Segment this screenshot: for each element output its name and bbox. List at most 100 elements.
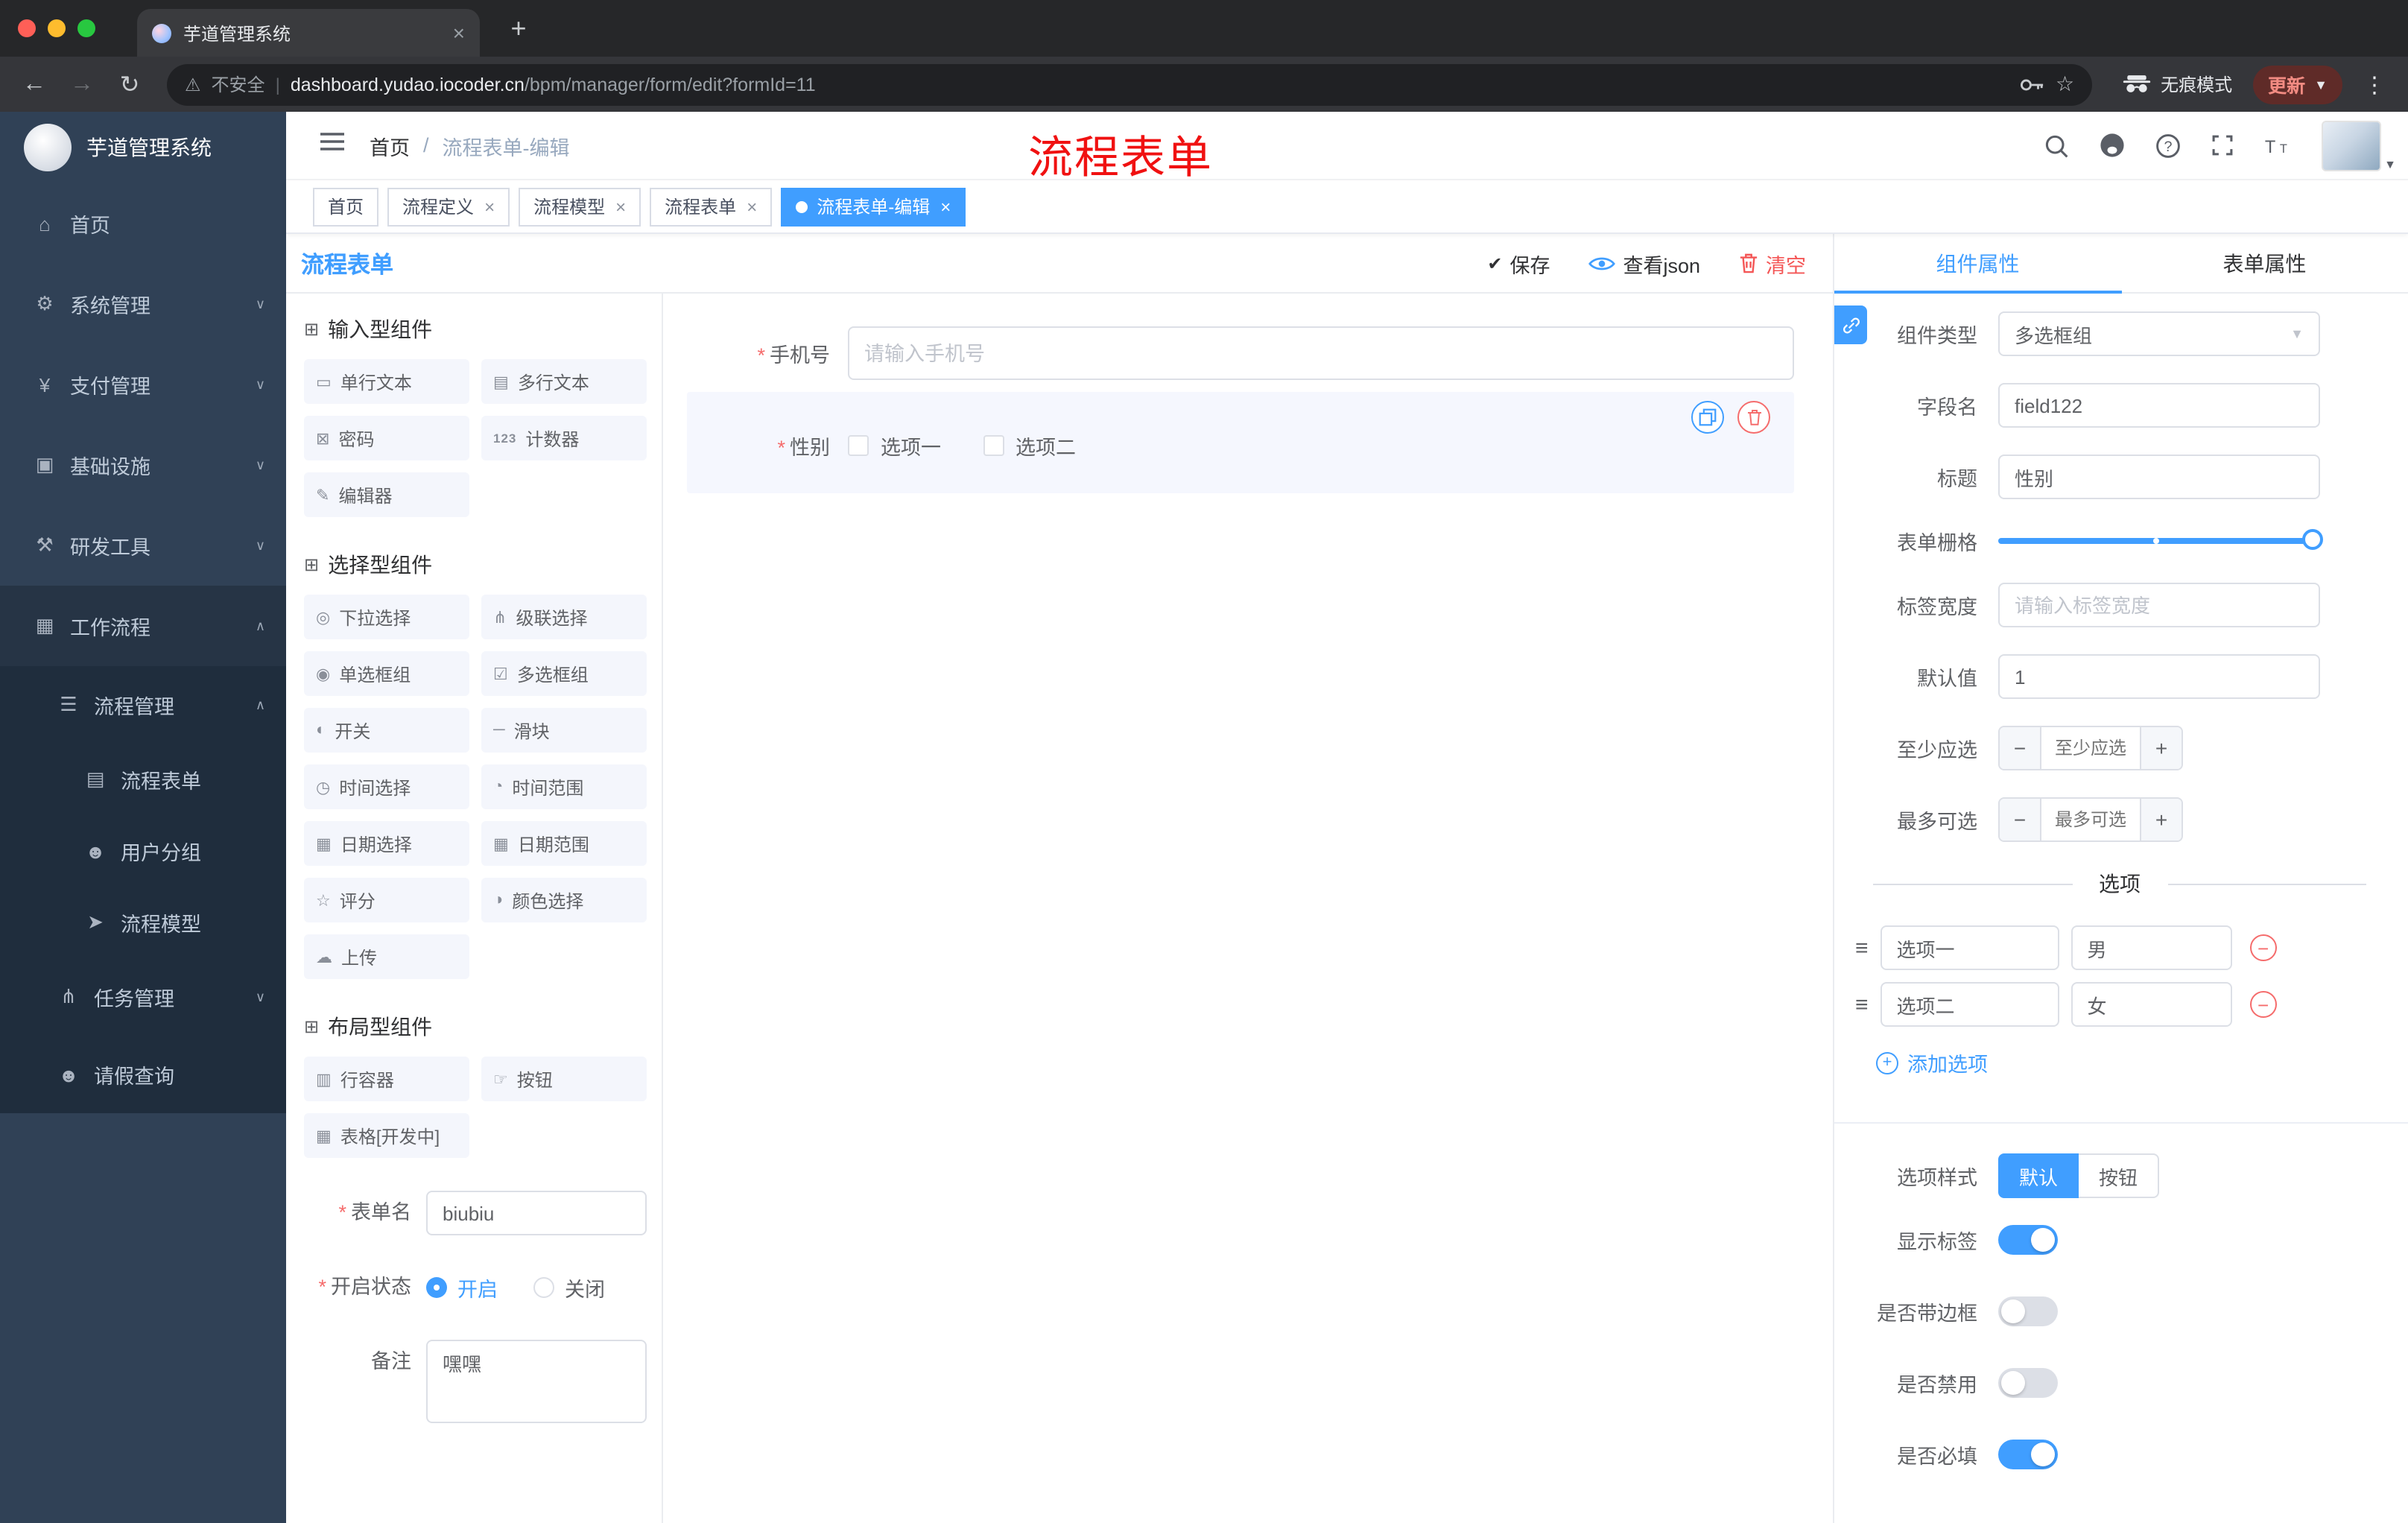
reload-button[interactable]: ↻ <box>110 65 149 104</box>
copy-widget-icon[interactable] <box>1691 401 1724 434</box>
window-zoom-button[interactable] <box>77 19 95 37</box>
palette-item[interactable]: ☆ 评分 <box>304 878 469 922</box>
tag-close-icon[interactable]: × <box>940 196 951 217</box>
palette-item[interactable]: ◐ 开关 <box>304 708 469 753</box>
tab-component-props[interactable]: 组件属性 <box>1834 234 2121 294</box>
gender-checkbox[interactable]: 选项一 <box>848 431 941 460</box>
search-icon[interactable] <box>2043 132 2070 159</box>
breadcrumb-home[interactable]: 首页 <box>370 130 410 160</box>
palette-item[interactable]: ◔ 时间范围 <box>481 764 647 809</box>
window-minimize-button[interactable] <box>48 19 66 37</box>
sidebar-item-process-form[interactable]: ▤ 流程表单 <box>0 744 286 815</box>
option-label-input[interactable] <box>1880 982 2059 1027</box>
tag-close-icon[interactable]: × <box>615 196 626 217</box>
tab-form-props[interactable]: 表单属性 <box>2121 234 2408 292</box>
sidebar-item-user-group[interactable]: ☻ 用户分组 <box>0 815 286 887</box>
user-avatar[interactable]: ▼ <box>2322 120 2396 171</box>
view-tag[interactable]: 流程表单-编辑 × <box>781 187 966 226</box>
back-button[interactable]: ← <box>15 65 54 104</box>
palette-item[interactable]: ─ 滑块 <box>481 708 647 753</box>
tab-close-icon[interactable]: × <box>453 22 465 43</box>
toggle-switch[interactable] <box>1998 1296 2058 1326</box>
sidebar-item-payment-mgmt[interactable]: ¥ 支付管理 ∨ <box>0 344 286 425</box>
minus-button[interactable]: − <box>2000 799 2041 840</box>
option-value-input[interactable] <box>2070 925 2232 970</box>
toggle-switch[interactable] <box>1998 1368 2058 1398</box>
palette-item[interactable]: ⊠ 密码 <box>304 416 469 460</box>
delete-widget-icon[interactable] <box>1737 401 1770 434</box>
remove-option-icon[interactable]: − <box>2249 991 2277 1018</box>
sidebar-item-process-mgmt[interactable]: ☰ 流程管理 ∧ <box>0 666 286 744</box>
gender-checkbox[interactable]: 选项二 <box>983 431 1076 460</box>
min-select-input[interactable] <box>2041 727 2140 769</box>
palette-item[interactable]: ▥ 行容器 <box>304 1057 469 1101</box>
title-input[interactable] <box>1998 455 2320 499</box>
browser-menu-icon[interactable]: ⋮ <box>2363 71 2387 98</box>
password-key-icon[interactable] <box>2020 77 2045 92</box>
option-style-default[interactable]: 默认 <box>1998 1153 2079 1198</box>
sidebar-item-system-mgmt[interactable]: ⚙ 系统管理 ∨ <box>0 264 286 344</box>
plus-button[interactable]: + <box>2140 727 2182 769</box>
view-tag[interactable]: 流程表单 × <box>650 187 773 226</box>
sidebar-item-workflow[interactable]: ▦ 工作流程 ∧ <box>0 586 286 666</box>
update-button[interactable]: 更新 ▼ <box>2253 65 2342 104</box>
window-close-button[interactable] <box>18 19 36 37</box>
plus-button[interactable]: + <box>2140 799 2182 840</box>
save-button[interactable]: ✔ 保存 <box>1487 248 1550 278</box>
tag-close-icon[interactable]: × <box>747 196 757 217</box>
github-icon[interactable] <box>2098 131 2126 159</box>
palette-item[interactable]: ◉ 单选框组 <box>304 651 469 696</box>
view-tag[interactable]: 首页 <box>313 187 379 226</box>
palette-item[interactable]: ▦ 表格[开发中] <box>304 1113 469 1158</box>
palette-item[interactable]: ◷ 时间选择 <box>304 764 469 809</box>
phone-input[interactable] <box>848 326 1794 380</box>
tag-close-icon[interactable]: × <box>484 196 495 217</box>
sidebar-item-dev-tools[interactable]: ⚒ 研发工具 ∨ <box>0 505 286 586</box>
slider-handle[interactable] <box>2302 529 2323 550</box>
drag-handle-icon[interactable]: ≡ <box>1855 992 1869 1017</box>
option-style-button[interactable]: 按钮 <box>2079 1153 2159 1198</box>
new-tab-button[interactable]: + <box>501 13 536 44</box>
label-width-input[interactable] <box>1998 583 2320 627</box>
browser-tab[interactable]: 芋道管理系统 × <box>137 9 480 57</box>
palette-item[interactable]: ▦ 日期范围 <box>481 821 647 866</box>
palette-item[interactable]: ☑ 多选框组 <box>481 651 647 696</box>
palette-item[interactable]: ✎ 编辑器 <box>304 472 469 517</box>
palette-item[interactable]: 123 计数器 <box>481 416 647 460</box>
fullscreen-icon[interactable] <box>2210 133 2235 158</box>
status-radio-on[interactable]: 开启 <box>426 1273 498 1302</box>
clear-button[interactable]: 清空 <box>1739 248 1806 278</box>
status-radio-off[interactable]: 关闭 <box>533 1273 605 1302</box>
component-type-select[interactable]: 多选框组 ▼ <box>1998 311 2320 356</box>
option-value-input[interactable] <box>2070 982 2232 1027</box>
palette-item[interactable]: ⋔ 级联选择 <box>481 595 647 639</box>
palette-item[interactable]: ◑ 颜色选择 <box>481 878 647 922</box>
sidebar-item-home[interactable]: ⌂ 首页 <box>0 183 286 264</box>
canvas-field-gender[interactable]: * 性别 选项一 选项二 <box>687 392 1794 493</box>
grid-slider[interactable] <box>1998 529 2323 553</box>
palette-item[interactable]: ☁ 上传 <box>304 934 469 979</box>
option-label-input[interactable] <box>1880 925 2059 970</box>
view-json-button[interactable]: 查看json <box>1588 248 1700 278</box>
canvas-field-phone[interactable]: * 手机号 <box>687 326 1794 380</box>
view-tag[interactable]: 流程定义 × <box>387 187 510 226</box>
link-badge[interactable] <box>1834 305 1867 344</box>
add-option-button[interactable]: + 添加选项 <box>1876 1048 1988 1077</box>
palette-item[interactable]: ☞ 按钮 <box>481 1057 647 1101</box>
form-name-input[interactable] <box>426 1191 647 1235</box>
default-value-input[interactable] <box>1998 654 2320 699</box>
remove-option-icon[interactable]: − <box>2249 934 2277 961</box>
help-icon[interactable]: ? <box>2155 132 2182 159</box>
palette-item[interactable]: ▦ 日期选择 <box>304 821 469 866</box>
palette-item[interactable]: ▭ 单行文本 <box>304 359 469 404</box>
hamburger-icon[interactable] <box>319 131 346 159</box>
minus-button[interactable]: − <box>2000 727 2041 769</box>
view-tag[interactable]: 流程模型 × <box>519 187 641 226</box>
sidebar-item-process-model[interactable]: ➤ 流程模型 <box>0 887 286 958</box>
address-bar[interactable]: ⚠ 不安全 | dashboard.yudao.iocoder.cn/bpm/m… <box>167 63 2093 105</box>
bookmark-star-icon[interactable]: ☆ <box>2056 72 2074 97</box>
toggle-switch[interactable] <box>1998 1225 2058 1255</box>
forward-button[interactable]: → <box>63 65 101 104</box>
drag-handle-icon[interactable]: ≡ <box>1855 935 1869 960</box>
field-name-input[interactable] <box>1998 383 2320 428</box>
